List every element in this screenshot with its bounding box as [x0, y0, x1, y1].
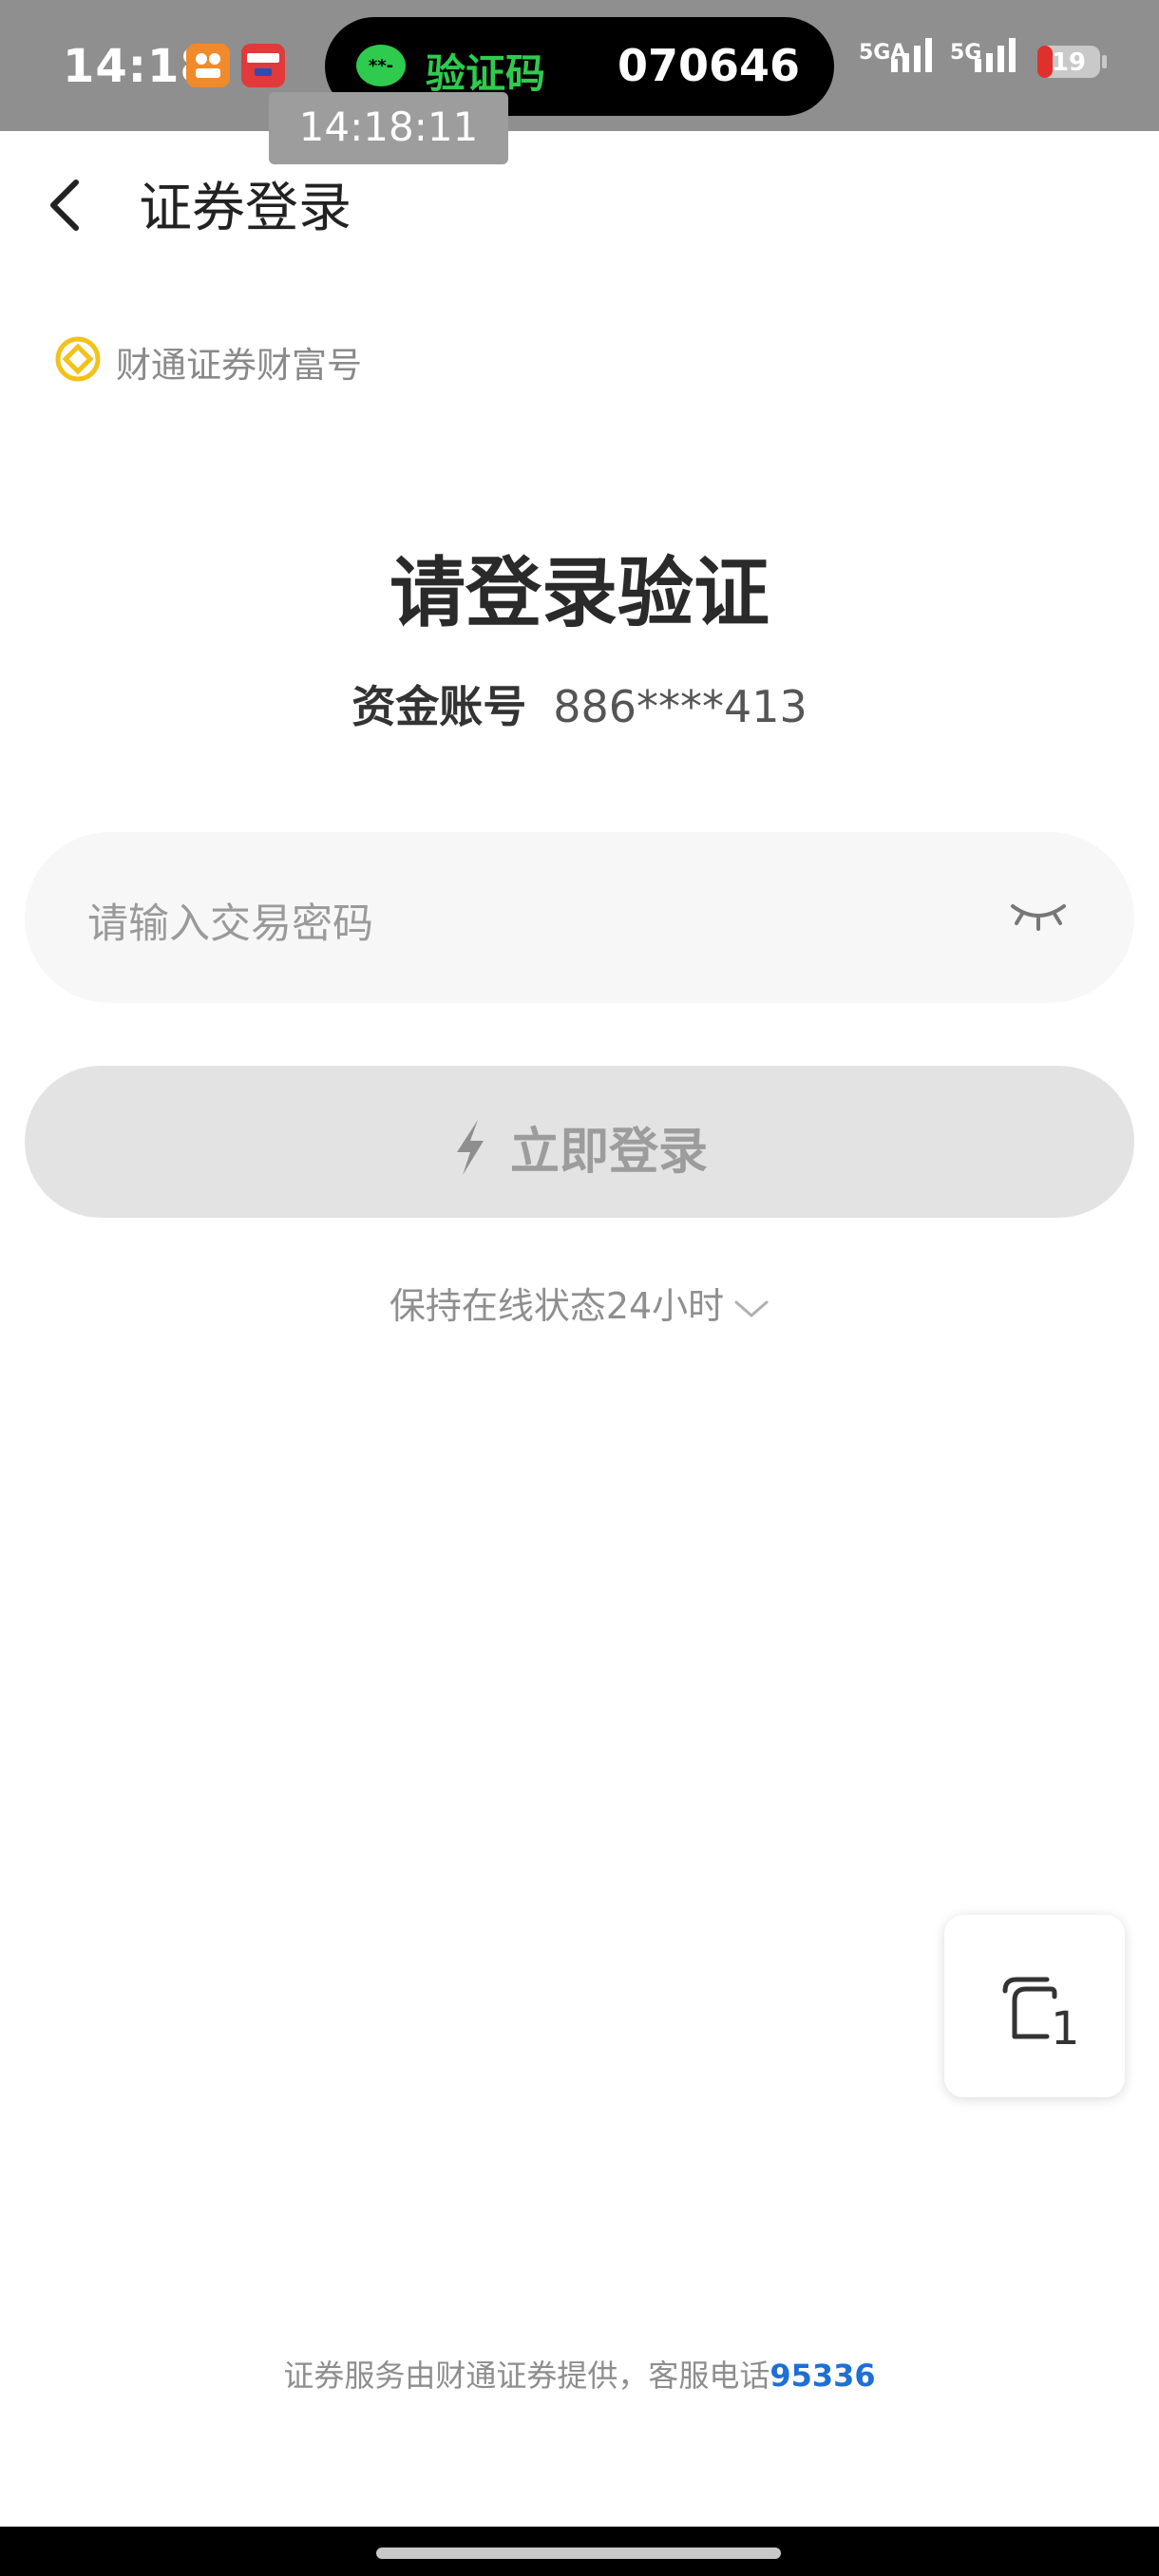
- overlay-time: 14:18:11: [298, 104, 479, 150]
- login-heading: 请登录验证: [390, 549, 770, 637]
- brand-logo-icon: [55, 336, 101, 382]
- footer: 证券服务由财通证券提供，客服电话95336: [0, 2352, 1159, 2396]
- login-button[interactable]: 立即登录: [25, 1066, 1134, 1218]
- eye-closed-icon[interactable]: [1009, 893, 1068, 937]
- status-bar: 14:18 **- 验证码 070646 5GA 5G 19: [0, 0, 1159, 131]
- lightning-icon: [456, 1119, 484, 1175]
- password-input[interactable]: 请输入交易密码: [25, 832, 1134, 1003]
- battery-level: 19: [1052, 48, 1086, 77]
- window-count: 1: [1051, 2002, 1080, 2055]
- network-label-1: 5GA: [859, 41, 906, 65]
- keep-online-selector[interactable]: 保持在线状态24小时: [0, 1277, 1159, 1329]
- password-placeholder: 请输入交易密码: [87, 900, 373, 948]
- account-row: 资金账号 886****413: [0, 672, 1159, 735]
- back-button[interactable]: [42, 175, 91, 236]
- page-title: 证券登录: [139, 178, 352, 239]
- keep-online-label: 保持在线状态24小时: [389, 1285, 725, 1327]
- notification-label: 验证码: [426, 50, 546, 97]
- verification-code: 070646: [617, 40, 800, 91]
- message-icon: **-: [356, 45, 406, 86]
- login-label: 立即登录: [509, 1124, 708, 1181]
- home-indicator[interactable]: [376, 2548, 781, 2559]
- floating-window-button[interactable]: 1: [944, 1915, 1125, 2097]
- login-button-content: 立即登录: [25, 1111, 1134, 1183]
- app-notification-icon-1: [186, 44, 230, 87]
- app-notification-icon-2: [241, 44, 285, 87]
- status-indicators: 5GA 5G 19: [836, 0, 1159, 131]
- account-value: 886****413: [553, 681, 808, 732]
- service-phone-link[interactable]: 95336: [770, 2358, 875, 2394]
- account-label: 资金账号: [352, 681, 527, 732]
- svg-text:**-: **-: [369, 56, 393, 76]
- back-chevron-icon: [50, 180, 79, 231]
- footer-text: 证券服务由财通证券提供，客服电话: [283, 2358, 770, 2394]
- brand-name: 财通证券财富号: [116, 345, 362, 386]
- time-overlay: 14:18:11: [269, 92, 508, 164]
- chevron-down-icon: [734, 1300, 769, 1316]
